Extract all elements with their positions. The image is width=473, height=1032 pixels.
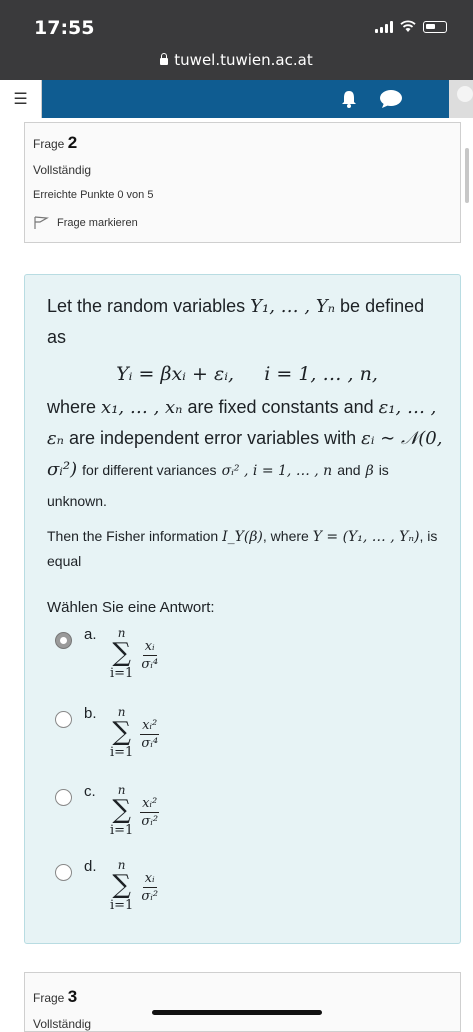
numerator: xᵢ² bbox=[140, 718, 160, 735]
radio-option-c[interactable] bbox=[55, 789, 72, 806]
fraction: xᵢ² σᵢ⁴ bbox=[139, 717, 160, 752]
denominator: σᵢ⁴ bbox=[141, 657, 159, 672]
option-label: a. bbox=[84, 626, 97, 643]
math-fragment: β bbox=[365, 463, 374, 479]
numerator: xᵢ bbox=[142, 639, 157, 656]
model-equation: Yᵢ = βxᵢ + εᵢ, i = 1, … , n, bbox=[116, 363, 378, 385]
top-navbar: ☰ bbox=[0, 80, 473, 118]
radio-option-b[interactable] bbox=[55, 711, 72, 728]
text-fragment: are fixed constants and bbox=[187, 397, 374, 417]
bell-icon[interactable] bbox=[339, 89, 359, 109]
denominator: σᵢ² bbox=[141, 889, 159, 904]
question-state: Vollständig bbox=[33, 163, 92, 177]
summation: n ∑ i=1 bbox=[110, 783, 134, 838]
question-box: Let the random variables Y₁, … , Yₙ be d… bbox=[24, 274, 461, 944]
url-text: tuwel.tuwien.ac.at bbox=[174, 51, 313, 69]
fraction: xᵢ σᵢ⁴ bbox=[139, 638, 160, 673]
question-paragraph-2: where x₁, … , xₙ are fixed constants and… bbox=[47, 392, 447, 516]
sum-lower-limit: i=1 bbox=[110, 898, 134, 913]
flag-icon bbox=[34, 216, 49, 229]
flag-question-link[interactable]: Frage markieren bbox=[33, 216, 138, 230]
text-fragment: are independent error variables with bbox=[68, 428, 357, 448]
question-label: Frage bbox=[33, 137, 65, 151]
clock: 17:55 bbox=[34, 17, 95, 39]
text-fragment: Let the random variables bbox=[47, 296, 246, 316]
lock-icon bbox=[160, 53, 169, 65]
text-fragment: Then the Fisher information bbox=[47, 528, 219, 544]
battery-icon bbox=[423, 21, 447, 33]
summation: n ∑ i=1 bbox=[110, 626, 134, 681]
answer-option-d[interactable]: d. n ∑ i=1 xᵢ σᵢ² bbox=[55, 858, 160, 914]
summation: n ∑ i=1 bbox=[110, 858, 134, 913]
chat-icon[interactable] bbox=[379, 89, 403, 109]
text-fragment: and bbox=[337, 462, 361, 478]
status-bar: 17:55 tuwel.tuwien.ac.at bbox=[0, 0, 473, 80]
question-paragraph-3: Then the Fisher information I_Y(β), wher… bbox=[47, 524, 447, 573]
numerator: xᵢ bbox=[142, 871, 157, 888]
numerator: xᵢ² bbox=[140, 796, 160, 813]
fraction: xᵢ² σᵢ² bbox=[139, 795, 160, 830]
option-label: c. bbox=[84, 783, 96, 800]
next-question-info-panel: Frage 3 Vollständig bbox=[24, 972, 461, 1032]
answer-option-a[interactable]: a. n ∑ i=1 xᵢ σᵢ⁴ bbox=[55, 626, 160, 682]
summation: n ∑ i=1 bbox=[110, 705, 134, 760]
option-label: d. bbox=[84, 858, 97, 875]
question-paragraph-1: Let the random variables Y₁, … , Yₙ be d… bbox=[47, 291, 447, 353]
flag-label: Frage markieren bbox=[57, 217, 138, 229]
address-bar[interactable]: tuwel.tuwien.ac.at bbox=[0, 51, 473, 69]
home-indicator[interactable] bbox=[152, 1010, 322, 1015]
question-label: Frage bbox=[33, 991, 65, 1005]
sum-lower-limit: i=1 bbox=[110, 666, 134, 681]
radio-option-d[interactable] bbox=[55, 864, 72, 881]
radio-option-a[interactable] bbox=[55, 632, 72, 649]
sum-lower-limit: i=1 bbox=[110, 823, 134, 838]
math-fragment: Y = (Y₁, … , Yₙ) bbox=[312, 529, 420, 545]
question-number-value: 3 bbox=[67, 987, 78, 1006]
wifi-icon bbox=[400, 20, 416, 32]
status-icons bbox=[375, 20, 447, 33]
text-fragment: , where bbox=[262, 528, 309, 544]
math-fragment: I_Y(β) bbox=[222, 529, 263, 545]
fraction: xᵢ σᵢ² bbox=[139, 870, 160, 905]
question-info-panel: Frage 2 Vollständig Erreichte Punkte 0 v… bbox=[24, 122, 461, 243]
text-fragment: where bbox=[47, 397, 97, 417]
question-number: Frage 2 bbox=[33, 133, 77, 153]
answer-prompt: Wählen Sie eine Antwort: bbox=[47, 599, 215, 616]
question-number: Frage 3 bbox=[33, 987, 77, 1007]
option-label: b. bbox=[84, 705, 97, 722]
answer-option-c[interactable]: c. n ∑ i=1 xᵢ² σᵢ² bbox=[55, 783, 160, 839]
denominator: σᵢ² bbox=[141, 814, 159, 829]
text-fragment: for different variances bbox=[82, 462, 217, 478]
math-fragment: Y₁, … , Yₙ bbox=[250, 296, 336, 317]
math-fragment: σᵢ² , i = 1, … , n bbox=[221, 463, 333, 479]
avatar[interactable] bbox=[449, 80, 473, 118]
answer-option-b[interactable]: b. n ∑ i=1 xᵢ² σᵢ⁴ bbox=[55, 705, 160, 761]
math-fragment: x₁, … , xₙ bbox=[101, 397, 183, 418]
question-text: Let the random variables Y₁, … , Yₙ be d… bbox=[47, 291, 447, 573]
question-state: Vollständig bbox=[33, 1017, 92, 1031]
question-grade: Erreichte Punkte 0 von 5 bbox=[33, 189, 154, 201]
hamburger-icon[interactable]: ☰ bbox=[0, 80, 42, 118]
scrollbar[interactable] bbox=[465, 148, 469, 203]
signal-icon bbox=[375, 20, 393, 33]
denominator: σᵢ⁴ bbox=[141, 736, 159, 751]
question-number-value: 2 bbox=[67, 133, 78, 152]
sum-lower-limit: i=1 bbox=[110, 745, 134, 760]
